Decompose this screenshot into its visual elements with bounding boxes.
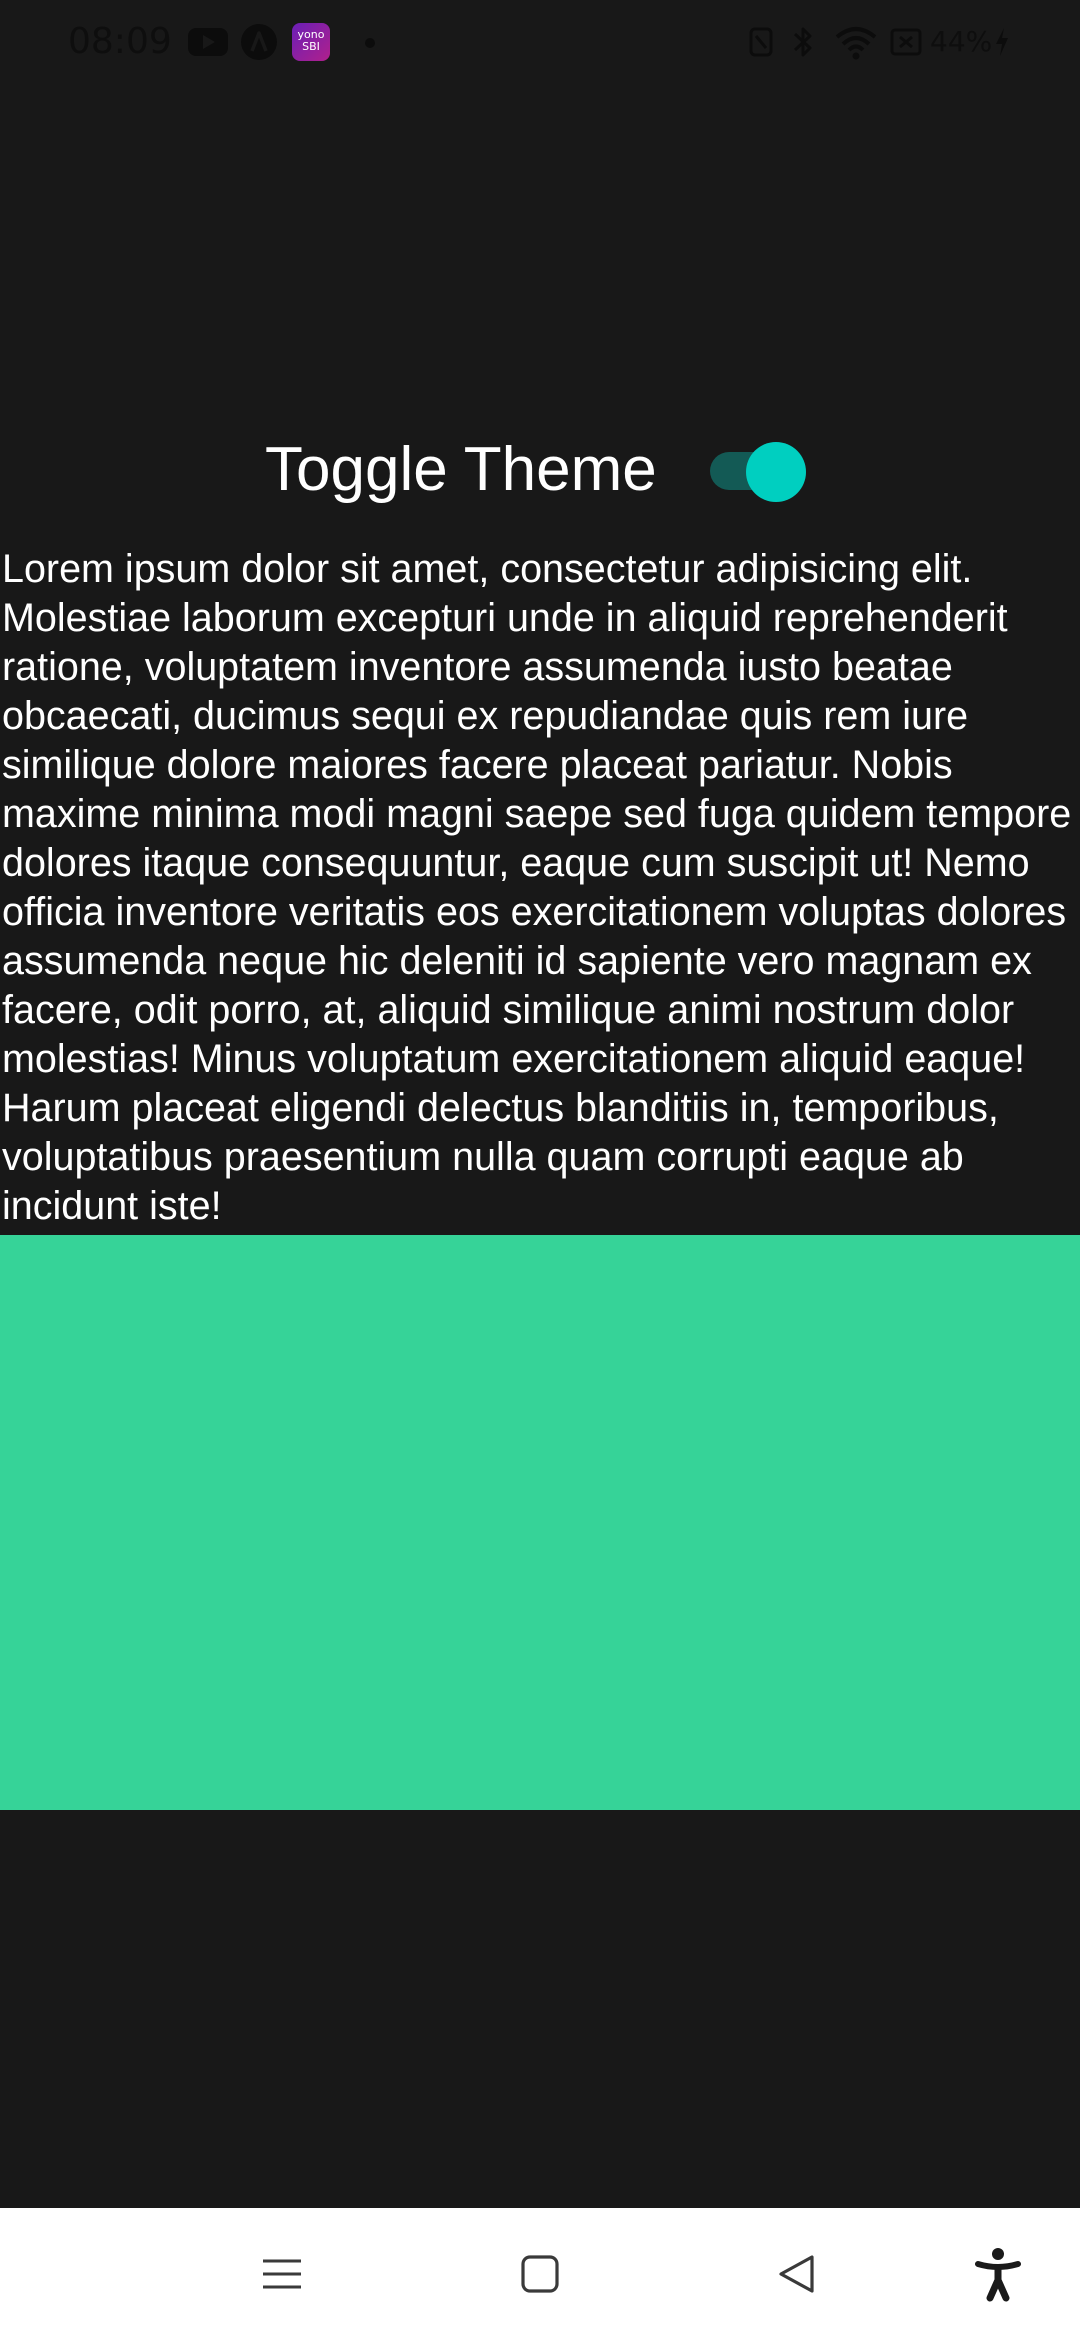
- bluetooth-icon: [792, 24, 814, 60]
- switch-thumb: [746, 442, 806, 502]
- status-bar: 08:09 yono SBI 44%: [0, 0, 1080, 84]
- yono-logo-line2: SBI: [302, 40, 320, 53]
- wifi-icon: [834, 24, 878, 60]
- theme-toggle-row: Toggle Theme: [0, 430, 1080, 510]
- notification-dot-icon: [365, 38, 375, 48]
- lorem-paragraph: Lorem ipsum dolor sit amet, consectetur …: [2, 547, 1072, 1228]
- accessibility-icon[interactable]: [968, 2244, 1028, 2304]
- system-navigation-bar: [0, 2208, 1080, 2340]
- home-icon[interactable]: [510, 2244, 570, 2304]
- charging-icon: [992, 24, 1012, 60]
- youtube-icon: [188, 28, 228, 56]
- status-time: 08:09: [68, 21, 172, 62]
- toggle-theme-label: Toggle Theme: [265, 435, 657, 504]
- a-app-icon: [241, 24, 277, 60]
- yono-sbi-icon: yono SBI: [292, 23, 330, 61]
- back-icon[interactable]: [768, 2244, 828, 2304]
- battery-percentage: 44%: [930, 25, 993, 58]
- theme-toggle-switch[interactable]: [708, 442, 808, 502]
- menu-icon[interactable]: [252, 2244, 312, 2304]
- green-color-block: [0, 1235, 1080, 1810]
- nfc-icon: [748, 24, 774, 60]
- sim-icon: [890, 24, 922, 60]
